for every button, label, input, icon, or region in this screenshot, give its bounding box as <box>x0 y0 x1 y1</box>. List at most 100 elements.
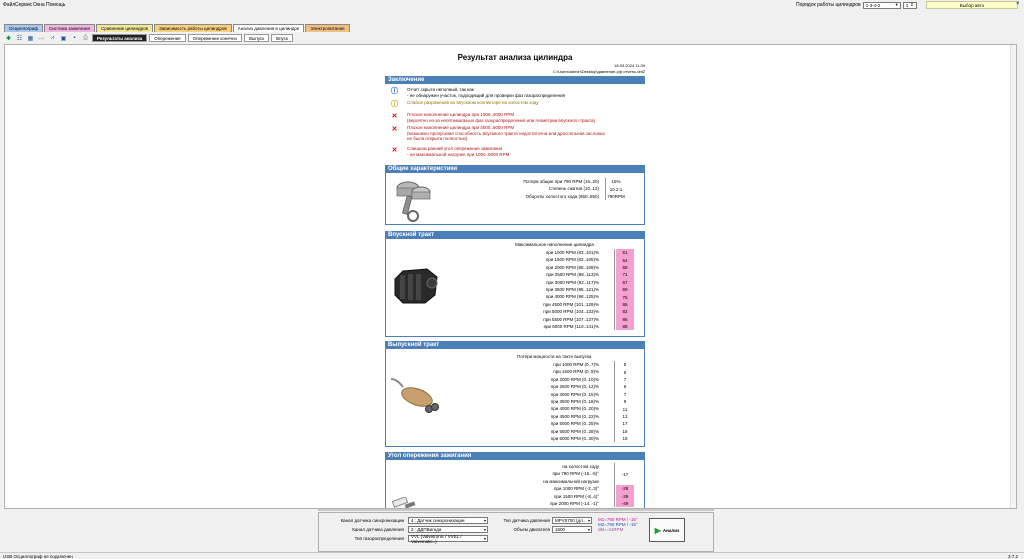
row-value: 5 <box>623 362 627 368</box>
muffler-image <box>390 378 439 413</box>
row-value <box>616 478 634 485</box>
report-path: C:\Users\admin\Desktop\давление-рф отчет… <box>553 69 645 74</box>
divider <box>614 361 615 443</box>
calc-icon[interactable]: ▣ <box>59 34 68 43</box>
chart-icon[interactable]: ⩘ <box>48 34 57 43</box>
row-label: при 3000 RPM (0..15)% <box>550 391 599 397</box>
row-label: при 5000 RPM (0..25)% <box>550 421 599 427</box>
sync-channel-select[interactable]: 4 : Датчик синхронизации ▾ <box>408 517 488 524</box>
conclusion-item: ✕ Плохое наполнение цилиндра при 1000..4… <box>391 112 595 123</box>
print-icon[interactable]: ⎙ <box>81 34 90 43</box>
close-icon[interactable]: × <box>1016 1 1020 7</box>
row-value: 16% <box>611 179 621 185</box>
tab-ignition[interactable]: Система зажигания <box>44 24 95 32</box>
displacement-label: Объем двигателя <box>513 527 551 532</box>
grid-icon[interactable]: ☷ <box>15 34 24 43</box>
general-header: Общие характеристики <box>385 165 645 173</box>
conclusion-item: ✕ Плохое наполнение цилиндра при 4500..6… <box>391 125 605 141</box>
displacement-input[interactable]: 1600 ▾ <box>552 526 592 533</box>
divider <box>605 178 606 201</box>
ignition-header: Угол опережения зажигания <box>385 452 645 460</box>
row-value: -28 <box>616 485 634 493</box>
row-value: -17 <box>621 471 629 477</box>
menu-service[interactable]: Сервис <box>15 2 32 8</box>
sensor-type-label: Тип датчика давления <box>503 518 550 523</box>
row-label: при 2000 RPM (0..10)% <box>550 376 599 382</box>
row-value: 61 <box>616 249 634 257</box>
sync-channel-label: Канал датчика синхронизации <box>340 518 404 523</box>
vertical-scrollbar[interactable] <box>1010 45 1016 508</box>
sensor-type-select[interactable]: MPV5700 (дл... ▾ <box>552 517 592 524</box>
row-value: -49 <box>616 500 634 508</box>
error-icon: ✕ <box>391 147 398 154</box>
row-label: на холостом ходу <box>562 464 599 469</box>
horizontal-scrollbar[interactable] <box>318 509 714 511</box>
row-label: при 2500 RPM (88..113)% <box>546 272 599 278</box>
analyze-button[interactable]: ▶ Анализ <box>649 518 685 542</box>
pressure-channel-select[interactable]: 3 : ДДПВигнда ▾ <box>408 526 488 533</box>
row-value: 69 <box>616 286 634 294</box>
menu-file[interactable]: Файл <box>3 2 15 8</box>
row-value: 71 <box>616 271 634 279</box>
row-label: при 1500 RPM (-8..4)° <box>553 493 599 499</box>
subtab-intake[interactable]: Впуск <box>271 34 293 42</box>
row-value: 64 <box>616 256 634 264</box>
row-label: при 4500 RPM (0..22)% <box>550 413 599 419</box>
row-value: 67 <box>616 278 634 286</box>
row-label: при 1500 RPM (0..9)% <box>553 369 599 375</box>
marker-info: M1=790 RPM / -15° M2=790 RPM / -15° dM=-… <box>598 517 638 533</box>
connection-status: USB Осциллограф не подключен <box>3 554 73 559</box>
tab-pressure-analysis[interactable]: Анализ давления в цилиндре <box>232 24 305 32</box>
row-label: при 2500 RPM (0..12)% <box>550 384 599 390</box>
intake-manifold-image <box>394 268 438 304</box>
save-icon[interactable]: ▪ <box>70 34 79 43</box>
error-icon: ✕ <box>391 126 398 133</box>
cylinder-order: Порядок работы цилиндров 1-3-4-2 ▾ 1 ⇕ <box>796 1 917 9</box>
cylinder-number-spin[interactable]: 1 ⇕ <box>902 1 917 9</box>
row-label: при 5500 RPM (107..137)% <box>543 316 599 322</box>
warning-icon: ⓘ <box>391 101 398 108</box>
menu-help[interactable]: Помощь <box>46 2 65 8</box>
row-value: 18 <box>622 428 628 434</box>
row-value: 75 <box>616 293 634 301</box>
row-label: при 1000 RPM (0..7)% <box>553 362 599 367</box>
row-label: Потери общие при 790 RPM (15..20) <box>523 179 599 184</box>
report-view: Результат анализа цилиндра 18.03.2024 11… <box>4 44 1017 509</box>
row-value: 86 <box>616 300 634 309</box>
cylinder-order-label: Порядок работы цилиндров <box>796 2 861 8</box>
conclusion-item: ⓘ Отчет скрыта неполный, так как - не об… <box>391 87 566 98</box>
subtab-results[interactable]: Результаты анализа <box>92 34 148 42</box>
divider <box>614 249 615 331</box>
row-value: 11 <box>622 406 628 412</box>
row-value: 86 <box>616 315 634 323</box>
subtab-advance[interactable]: Опережение <box>149 34 186 42</box>
piston-image <box>396 181 431 222</box>
tab-cyl-compare[interactable]: Сравнение цилиндров <box>95 24 154 32</box>
row-label: при 4000 RPM (98..125)% <box>545 294 599 300</box>
vehicle-select[interactable]: Выбор авто <box>926 1 1018 9</box>
tab-oscilloscope[interactable]: Осциллограф <box>4 24 43 32</box>
row-label: при 3500 RPM (95..121)% <box>545 287 599 292</box>
row-label: при 2000 RPM (-14..-1)° <box>549 501 599 506</box>
row-value: 13 <box>622 413 628 419</box>
status-bar: USB Осциллограф не подключен 3.7.2 <box>0 552 1024 559</box>
subtab-exhaust[interactable]: Выпуск <box>244 34 270 42</box>
row-value: -39 <box>616 492 634 500</box>
tab-cyl-dependence[interactable]: Зависимость работы цилиндров <box>154 24 232 32</box>
conclusion-header: Заключение <box>385 76 645 84</box>
menu-bar: Файл Сервис Окна Помощь Порядок работы ц… <box>0 0 1024 10</box>
wave-icon[interactable]: 〰 <box>37 34 46 43</box>
cylinder-order-select[interactable]: 1-3-4-2 ▾ <box>862 1 901 9</box>
tab-power[interactable]: Электропитание <box>305 24 350 32</box>
exhaust-header: Выпускной тракт <box>385 341 645 349</box>
subtab-advance-final[interactable]: Опережение конечно <box>187 34 243 42</box>
sync-icon[interactable]: ✱ <box>4 34 13 43</box>
timing-type-select[interactable]: VVL (Valvetronic / VVEL / Valvematic..) ▾ <box>408 534 488 544</box>
row-label: Обороты холостого хода (650..850) <box>525 193 599 199</box>
pressure-channel-label: Канал датчика давления <box>352 527 404 532</box>
timing-type-label: Тип газораспределения <box>354 536 404 541</box>
ignition-section <box>385 460 645 508</box>
menu-windows[interactable]: Окна <box>33 2 45 8</box>
table-icon[interactable]: ▦ <box>26 34 35 43</box>
row-value: 17 <box>622 421 628 427</box>
